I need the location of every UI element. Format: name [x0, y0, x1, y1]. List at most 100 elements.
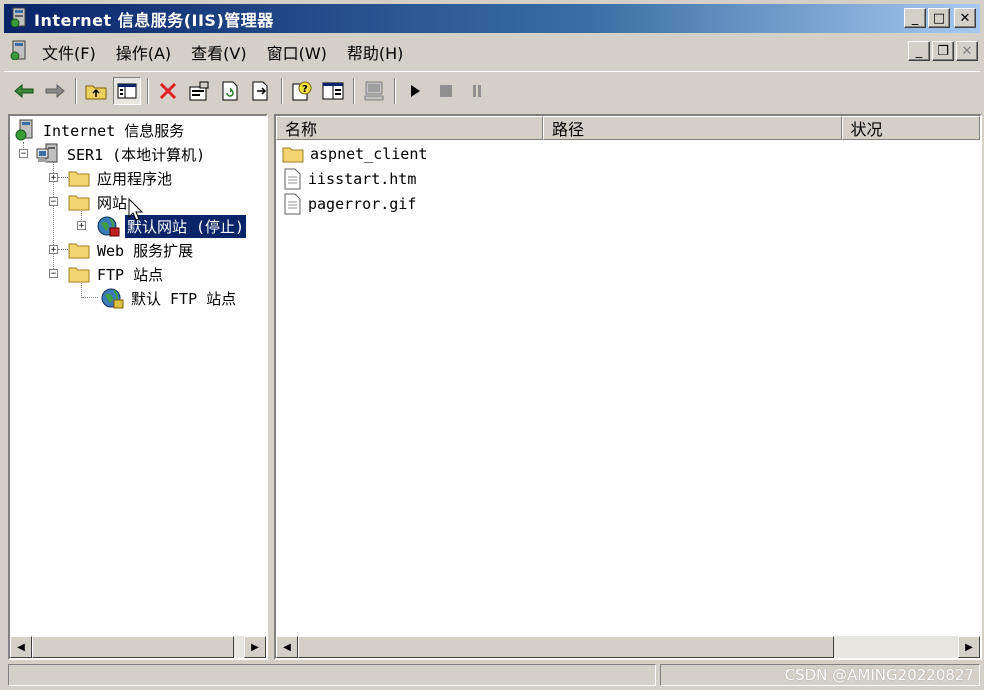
collapse-websites-toggle[interactable]: − [49, 197, 58, 207]
up-folder-icon [85, 85, 107, 99]
refresh-icon [222, 81, 238, 100]
help-button[interactable]: ? [288, 77, 316, 105]
title-bar[interactable]: Internet 信息服务(IIS)管理器 _ □ ✕ [4, 4, 980, 33]
export-list-button[interactable] [247, 77, 275, 105]
expand-web-ext-toggle[interactable]: + [49, 245, 58, 255]
list-item-name: iisstart.htm [308, 170, 417, 188]
content-list-pane[interactable]: 名称 路径 状况 aspnet_client iisstart.htm page… [274, 114, 982, 660]
forward-button[interactable] [41, 77, 69, 105]
menu-view[interactable]: 查看(V) [185, 40, 260, 64]
list-item-name: aspnet_client [310, 145, 428, 163]
document-icon [284, 168, 301, 190]
collapse-server-toggle[interactable]: − [19, 149, 28, 159]
delete-icon [159, 82, 177, 99]
tree-item-default-ftp[interactable]: 默认 FTP 站点 [100, 286, 238, 310]
tree-horizontal-scrollbar[interactable]: ◀ ▶ [10, 636, 266, 658]
computer-icon [364, 81, 384, 100]
tree-item-server[interactable]: SER1 (本地计算机) [36, 142, 207, 166]
menu-bar: 文件(F) 操作(A) 查看(V) 窗口(W) 帮助(H) _ ❐ ✕ [4, 35, 980, 69]
ftp-site-icon [101, 288, 124, 309]
list-item[interactable]: iisstart.htm [282, 167, 416, 191]
menu-action[interactable]: 操作(A) [110, 40, 185, 64]
document-icon [284, 193, 301, 215]
folder-open-icon [68, 195, 90, 211]
forward-arrow-icon [45, 83, 65, 98]
collapse-ftp-sites-toggle[interactable]: − [49, 269, 58, 279]
tree-label-default-ftp: 默认 FTP 站点 [131, 289, 237, 308]
menu-window[interactable]: 窗口(W) [261, 40, 341, 64]
status-bar: CSDN @AMING20220827 [4, 664, 980, 688]
svg-text:?: ? [302, 84, 308, 95]
start-icon [411, 84, 420, 97]
console-window-icon [322, 82, 344, 99]
tree-label-ftp-sites: FTP 站点 [97, 265, 164, 284]
scroll-left-button[interactable]: ◀ [276, 636, 298, 658]
minimize-button[interactable]: _ [904, 8, 926, 28]
website-globe-icon [97, 216, 120, 237]
menu-help[interactable]: 帮助(H) [341, 40, 418, 64]
scroll-right-button[interactable]: ▶ [958, 636, 980, 658]
tree-line [82, 297, 98, 298]
list-item[interactable]: aspnet_client [282, 142, 427, 166]
console-window-button[interactable] [319, 77, 347, 105]
help-icon: ? [292, 81, 312, 100]
show-hide-tree-button[interactable] [113, 76, 141, 105]
scroll-thumb[interactable] [32, 636, 234, 658]
list-item-name: pagerror.gif [308, 195, 417, 213]
stop-icon [440, 84, 452, 97]
close-button[interactable]: ✕ [954, 8, 976, 28]
mouse-cursor-icon [128, 198, 144, 221]
list-item[interactable]: pagerror.gif [282, 192, 416, 216]
tree-item-default-site[interactable]: 默认网站 (停止) [96, 213, 248, 239]
toolbar-separator [394, 77, 396, 104]
list-horizontal-scrollbar[interactable]: ◀ ▶ [276, 636, 980, 658]
back-button[interactable] [10, 77, 38, 105]
delete-button[interactable] [154, 77, 182, 105]
tree-pane[interactable]: Internet 信息服务 − SER1 (本地计算机) + 应用程序池 − 网… [8, 114, 268, 660]
stop-button[interactable] [432, 77, 460, 105]
tree-item-ftp-sites[interactable]: FTP 站点 [68, 262, 165, 286]
iis-services-icon [15, 119, 33, 141]
maximize-button[interactable]: □ [928, 8, 950, 28]
column-header-path[interactable]: 路径 [542, 116, 842, 140]
scroll-right-button[interactable]: ▶ [244, 636, 266, 658]
scroll-thumb[interactable] [298, 636, 834, 658]
child-restore-button[interactable]: ❐ [932, 41, 954, 61]
watermark-text: CSDN @AMING20220827 [784, 666, 974, 684]
column-header-status[interactable]: 状况 [841, 116, 980, 140]
tree-item-websites[interactable]: 网站 [68, 190, 129, 214]
status-cell-main [8, 664, 656, 686]
scroll-left-button[interactable]: ◀ [10, 636, 32, 658]
tree-label-iis-root: Internet 信息服务 [43, 121, 185, 140]
pause-button[interactable] [463, 77, 491, 105]
show-tree-icon [117, 83, 137, 98]
column-header-name[interactable]: 名称 [276, 116, 543, 140]
pause-icon [473, 84, 481, 97]
child-window-icon[interactable] [10, 40, 28, 64]
tree-item-web-extensions[interactable]: Web 服务扩展 [68, 238, 195, 262]
folder-icon [68, 171, 90, 187]
toolbar-separator [281, 77, 283, 104]
list-header: 名称 路径 状况 [276, 116, 980, 140]
tree-label-server: SER1 (本地计算机) [67, 145, 206, 164]
child-minimize-button[interactable]: _ [908, 41, 930, 61]
toolbar-separator [75, 77, 77, 104]
tree-item-app-pools[interactable]: 应用程序池 [68, 166, 174, 190]
tree-label-websites: 网站 [97, 193, 128, 212]
tree-label-app-pools: 应用程序池 [97, 169, 173, 188]
computer-button[interactable] [360, 77, 388, 105]
tree-label-web-extensions: Web 服务扩展 [97, 241, 194, 260]
refresh-button[interactable] [216, 77, 244, 105]
start-button[interactable] [401, 77, 429, 105]
tree-item-iis-root[interactable]: Internet 信息服务 [14, 118, 186, 142]
toolbar: ? [4, 71, 980, 109]
toolbar-separator [147, 77, 149, 104]
folder-icon [68, 243, 90, 259]
properties-button[interactable] [185, 77, 213, 105]
up-level-button[interactable] [82, 77, 110, 105]
menu-file[interactable]: 文件(F) [36, 40, 110, 64]
expand-app-pools-toggle[interactable]: + [49, 173, 58, 183]
folder-icon [282, 147, 304, 163]
child-close-button[interactable]: ✕ [956, 41, 978, 61]
expand-default-site-toggle[interactable]: + [77, 221, 86, 231]
